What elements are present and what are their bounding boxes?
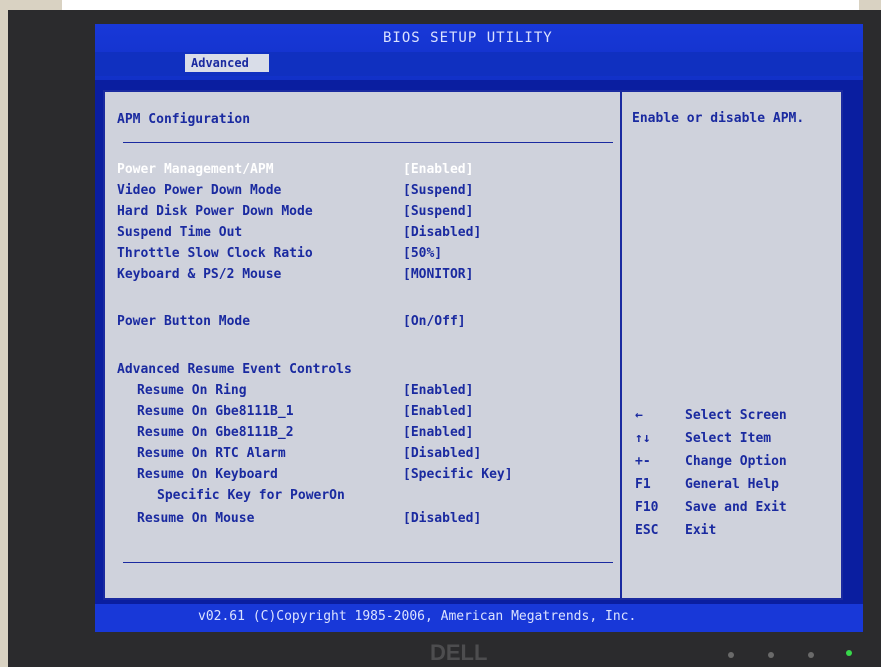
setting-hdd-power-down-value[interactable]: [Suspend]	[403, 204, 473, 219]
monitor-button[interactable]	[728, 652, 734, 658]
key-desc: Change Option	[685, 454, 787, 469]
setting-resume-rtc-value[interactable]: [Disabled]	[403, 446, 481, 461]
section-title: APM Configuration	[117, 112, 251, 127]
key-desc: Save and Exit	[685, 500, 787, 515]
setting-resume-ring[interactable]: Resume On Ring	[137, 383, 247, 403]
setting-resume-keyboard-value[interactable]: [Specific Key]	[403, 467, 513, 482]
key-label: F10	[635, 500, 659, 515]
resume-heading: Advanced Resume Event Controls	[117, 362, 352, 377]
setting-video-power-down-value[interactable]: [Suspend]	[403, 183, 473, 198]
key-desc: Select Screen	[685, 408, 787, 423]
key-label: +-	[635, 454, 651, 469]
key-label: ↑↓	[635, 431, 651, 446]
setting-resume-keyboard[interactable]: Resume On Keyboard	[137, 467, 278, 487]
setting-resume-gbe1-value[interactable]: [Enabled]	[403, 404, 473, 419]
setting-resume-rtc[interactable]: Resume On RTC Alarm	[137, 446, 286, 466]
key-label: F1	[635, 477, 651, 492]
setting-resume-gbe2[interactable]: Resume On Gbe8111B_2	[137, 425, 294, 445]
key-label: ESC	[635, 523, 659, 538]
panel-divider	[620, 92, 622, 598]
key-desc: General Help	[685, 477, 779, 492]
help-text: Enable or disable APM.	[632, 111, 805, 126]
settings-panel: APM Configuration Power Management/APM […	[103, 90, 843, 600]
setting-power-button-mode[interactable]: Power Button Mode	[117, 314, 250, 334]
monitor-button[interactable]	[808, 652, 814, 658]
status-bar: v02.61 (C)Copyright 1985-2006, American …	[95, 604, 863, 632]
setting-keyboard-mouse[interactable]: Keyboard & PS/2 Mouse	[117, 267, 281, 287]
setting-suspend-timeout-value[interactable]: [Disabled]	[403, 225, 481, 240]
setting-hdd-power-down[interactable]: Hard Disk Power Down Mode	[117, 204, 313, 224]
key-row: F10 Save and Exit	[635, 500, 835, 523]
setting-power-button-mode-value[interactable]: [On/Off]	[403, 314, 466, 329]
setting-resume-mouse[interactable]: Resume On Mouse	[137, 511, 254, 531]
bios-screen: BIOS SETUP UTILITY Advanced APM Configur…	[95, 24, 863, 632]
key-row: ↑↓ Select Item	[635, 431, 835, 454]
key-desc: Exit	[685, 523, 717, 538]
key-label: ←	[635, 408, 643, 423]
setting-resume-gbe1[interactable]: Resume On Gbe8111B_1	[137, 404, 294, 424]
section-rule	[123, 142, 613, 143]
key-row: ← Select Screen	[635, 408, 835, 431]
setting-resume-ring-value[interactable]: [Enabled]	[403, 383, 473, 398]
setting-suspend-timeout[interactable]: Suspend Time Out	[117, 225, 242, 245]
copyright-text: v02.61 (C)Copyright 1985-2006, American …	[198, 609, 637, 624]
panel-bottom-rule	[123, 562, 613, 563]
bios-title: BIOS SETUP UTILITY	[383, 30, 553, 46]
setting-keyboard-mouse-value[interactable]: [MONITOR]	[403, 267, 473, 282]
setting-power-management[interactable]: Power Management/APM	[117, 162, 274, 182]
monitor-button[interactable]	[768, 652, 774, 658]
monitor-logo: DELL	[430, 640, 488, 665]
setting-video-power-down[interactable]: Video Power Down Mode	[117, 183, 281, 203]
setting-resume-gbe2-value[interactable]: [Enabled]	[403, 425, 473, 440]
power-led-icon	[846, 650, 852, 656]
key-legend: ← Select Screen ↑↓ Select Item +- Change Op…	[635, 408, 835, 546]
key-row: +- Change Option	[635, 454, 835, 477]
key-row: ESC Exit	[635, 523, 835, 546]
setting-throttle-clock[interactable]: Throttle Slow Clock Ratio	[117, 246, 313, 266]
key-row: F1 General Help	[635, 477, 835, 500]
setting-power-management-value[interactable]: [Enabled]	[403, 162, 473, 177]
setting-resume-mouse-value[interactable]: [Disabled]	[403, 511, 481, 526]
setting-throttle-clock-value[interactable]: [50%]	[403, 246, 442, 261]
tab-advanced[interactable]: Advanced	[185, 54, 269, 72]
key-desc: Select Item	[685, 431, 772, 446]
setting-specific-key[interactable]: Specific Key for PowerOn	[157, 488, 345, 508]
